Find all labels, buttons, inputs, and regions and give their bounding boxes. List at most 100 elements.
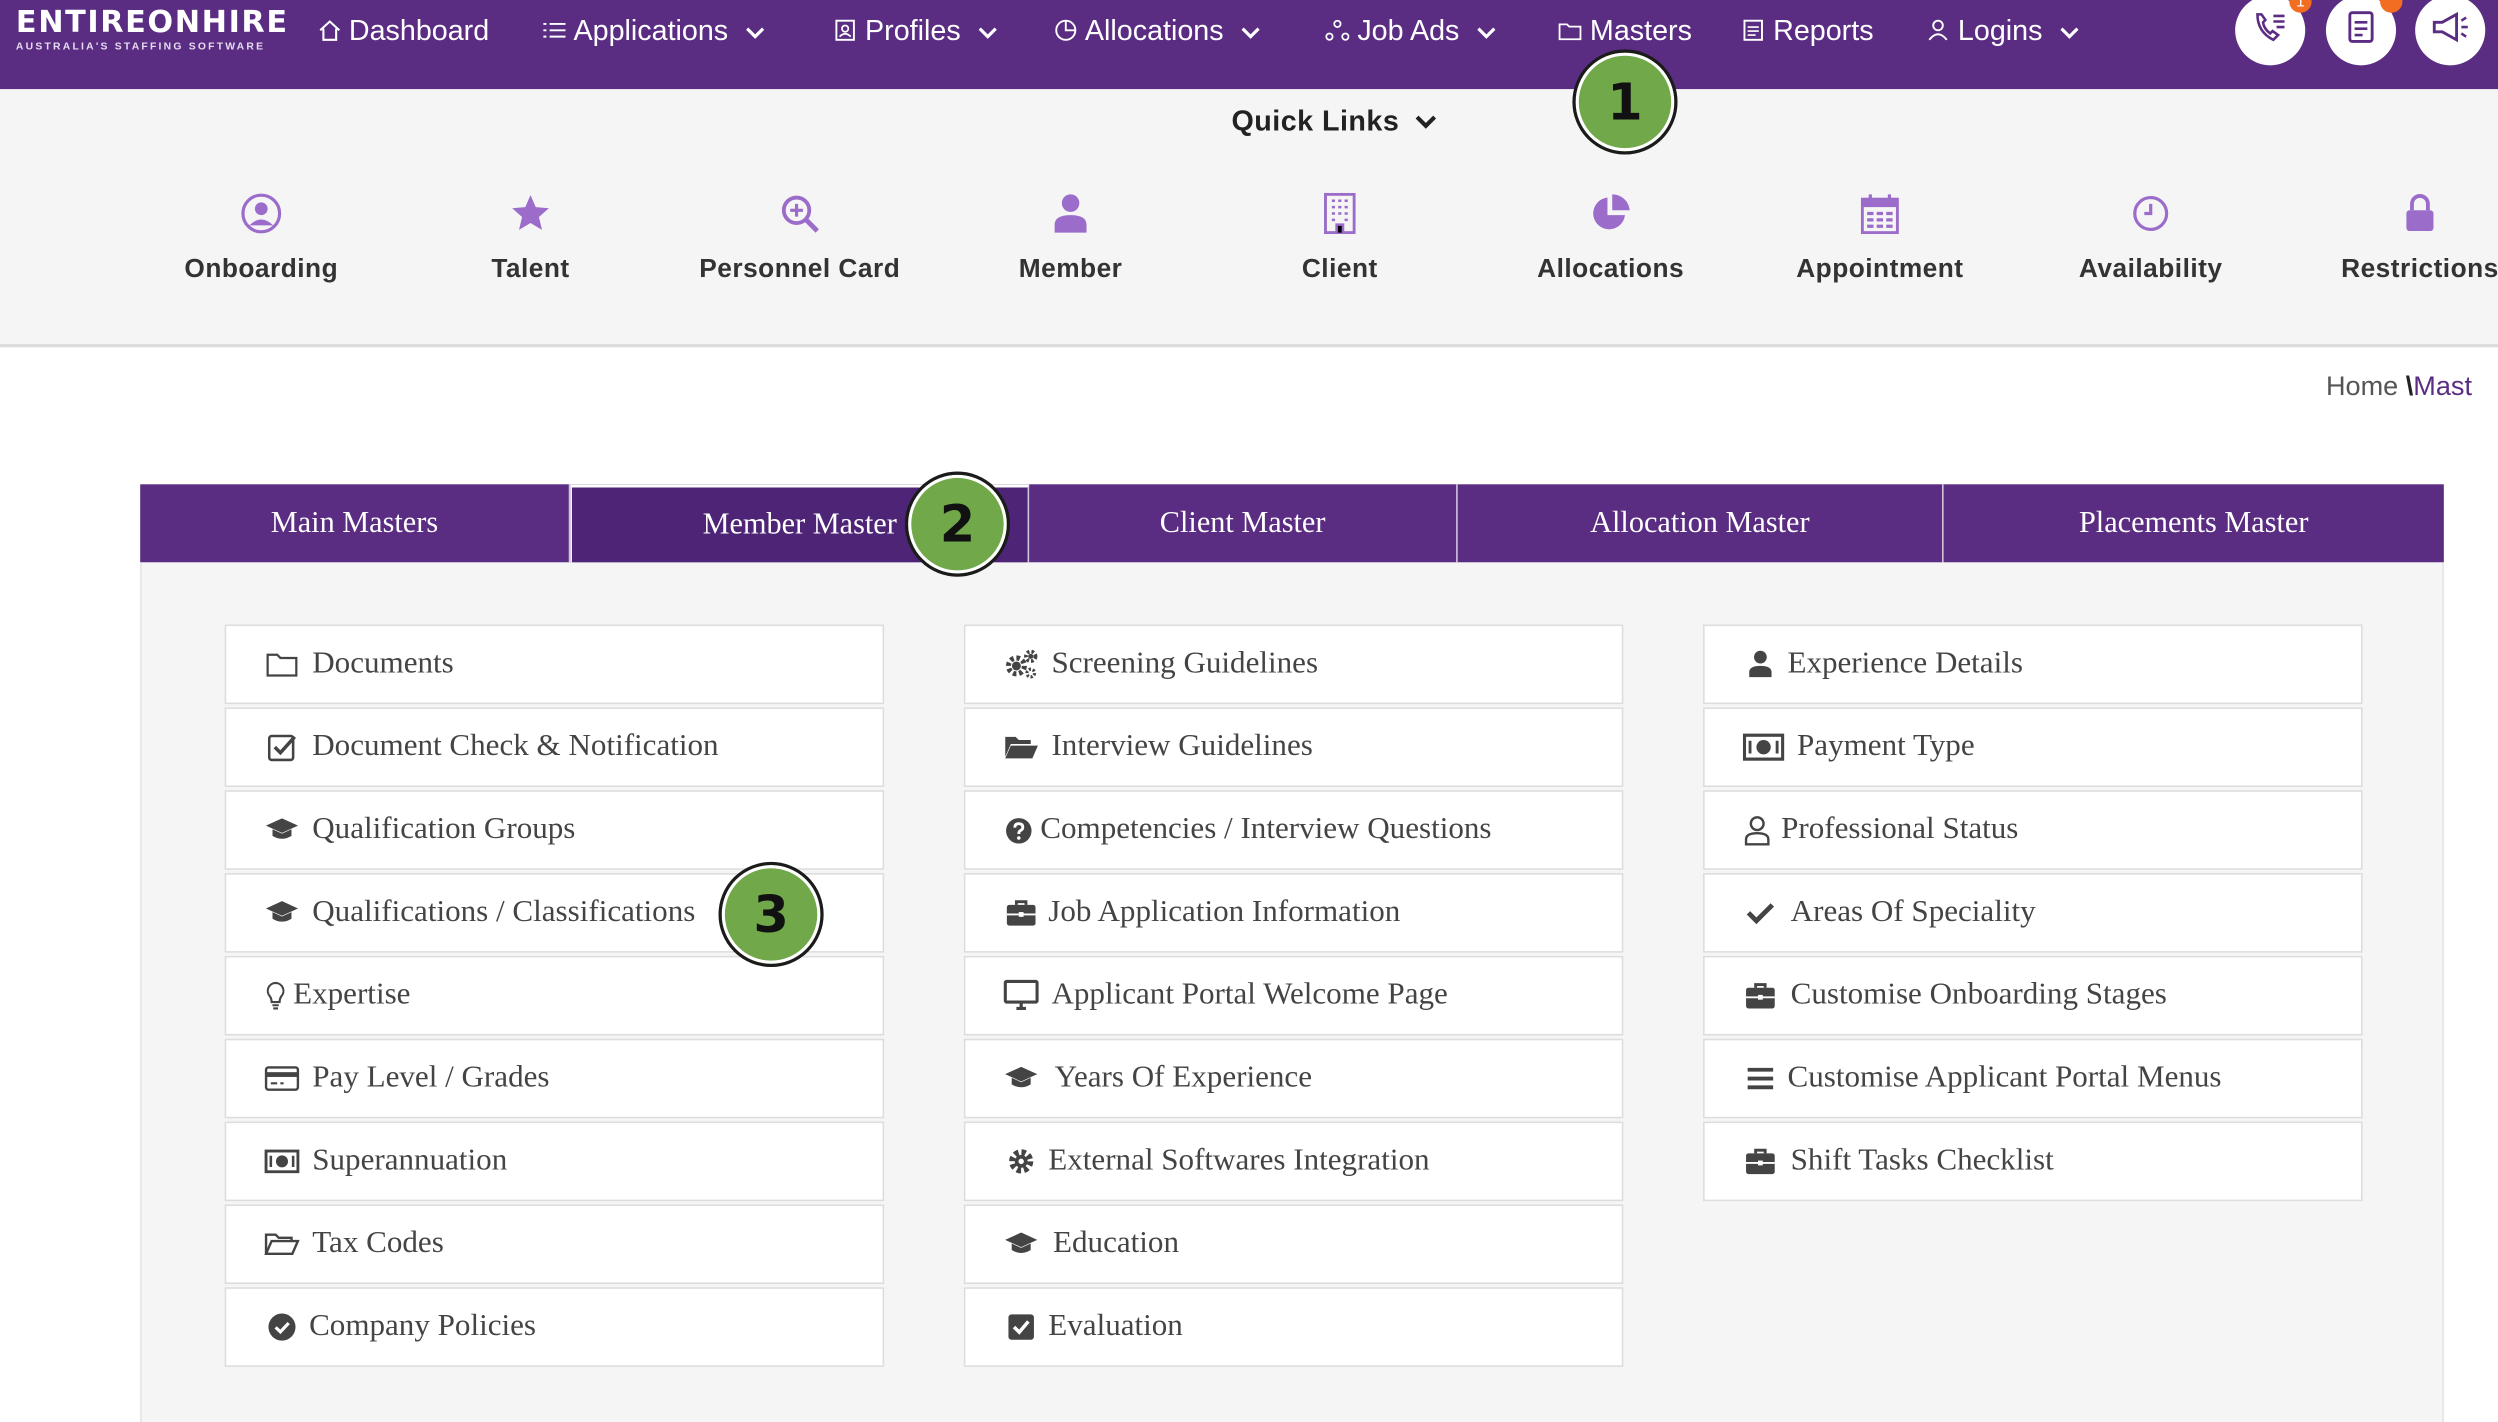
nav-job-ads[interactable]: Job Ads [1325,10,1496,51]
master-item-competencies[interactable]: Competencies / Interview Questions [963,790,1624,870]
quick-link-availability[interactable]: Availability [2039,191,2262,285]
master-item-evaluation[interactable]: Evaluation [963,1287,1624,1367]
master-item-areas-of-speciality[interactable]: Areas Of Speciality [1703,873,2363,953]
master-item-customise-onboarding-stages[interactable]: Customise Onboarding Stages [1703,955,2363,1036]
user-circle-icon [239,191,284,236]
master-item-superannuation[interactable]: Superannuation [224,1121,885,1202]
master-list-column-2: Screening Guidelines Interview Guideline… [963,624,1624,1370]
master-item-pay-level-grades[interactable]: Pay Level / Grades [224,1038,885,1119]
master-item-label: Document Check & Notification [312,729,719,764]
brand-tagline: AUSTRALIA'S STAFFING SOFTWARE [15,41,266,53]
nav-allocations[interactable]: Allocations [1053,10,1260,51]
gear-icon [1004,1145,1039,1177]
master-item-label: Areas Of Speciality [1790,895,2036,929]
master-item-document-check[interactable]: Document Check & Notification [224,707,885,787]
chevron-down-icon [2060,14,2079,47]
monitor-icon [1003,979,1039,1012]
master-item-job-application-information[interactable]: Job Application Information [963,873,1624,953]
step-marker-1: 1 [1572,49,1678,155]
money-icon [264,1145,300,1177]
tab-placements-master[interactable]: Placements Master [1944,484,2444,562]
tab-allocation-master[interactable]: Allocation Master [1458,484,1944,563]
briefcase-icon [1743,1145,1778,1177]
quick-link-label: Availability [2078,254,2223,284]
master-item-company-policies[interactable]: Company Policies [224,1287,885,1367]
megaphone-icon [2431,9,2469,52]
master-item-applicant-portal-welcome[interactable]: Applicant Portal Welcome Page [963,955,1624,1036]
document-icon [1741,18,1765,42]
brand-logo[interactable]: ENTIREONHIRE AUSTRALIA'S STAFFING SOFTWA… [15,5,287,53]
folder-open-icon [1004,731,1039,763]
master-item-label: Screening Guidelines [1051,646,1319,681]
check-circle-icon [264,1311,299,1343]
nav-profiles[interactable]: Profiles [833,10,997,51]
quick-link-personnel-card[interactable]: Personnel Card [688,191,911,285]
nav-reports[interactable]: Reports [1741,10,1874,51]
master-item-label: Experience Details [1787,646,2023,681]
master-item-tax-codes[interactable]: Tax Codes [224,1204,885,1285]
master-item-professional-status[interactable]: Professional Status [1703,790,2363,870]
id-card-icon [833,18,857,42]
quick-link-label: Member [1018,254,1123,284]
master-item-label: Tax Codes [312,1226,444,1261]
quick-link-label: Client [1301,254,1378,284]
master-item-label: Interview Guidelines [1051,729,1313,764]
master-item-external-softwares[interactable]: External Softwares Integration [963,1121,1624,1202]
nav-logins-label: Logins [1957,13,2043,46]
quick-link-label: Onboarding [184,254,339,284]
quick-link-client[interactable]: Client [1228,191,1451,285]
master-item-documents[interactable]: Documents [224,624,885,705]
quick-link-member[interactable]: Member [959,191,1182,285]
master-item-interview-guidelines[interactable]: Interview Guidelines [963,707,1624,787]
quick-link-label: Allocations [1537,254,1685,284]
master-item-shift-tasks-checklist[interactable]: Shift Tasks Checklist [1703,1121,2363,1202]
person-icon [1743,648,1778,680]
master-item-label: Payment Type [1797,729,1975,764]
quick-links-toggle[interactable]: Quick Links [1231,105,1437,138]
calls-button[interactable]: 1 [2235,0,2312,66]
master-item-customise-applicant-portal-menus[interactable]: Customise Applicant Portal Menus [1703,1038,2363,1119]
announcements-button[interactable] [2415,0,2486,66]
quick-links-header: Quick Links [0,89,2498,157]
check-square-icon [1004,1311,1039,1343]
nav-applications[interactable]: Applications [542,10,765,51]
quick-links-bar: Onboarding Talent Personnel Card Member … [0,156,2498,348]
master-item-payment-type[interactable]: Payment Type [1703,707,2363,787]
quick-link-talent[interactable]: Talent [419,191,642,285]
phone-list-icon [2253,9,2288,52]
master-item-years-of-experience[interactable]: Years Of Experience [963,1038,1624,1119]
master-item-label: Evaluation [1048,1309,1183,1343]
master-item-qualification-groups[interactable]: Qualification Groups [224,790,885,870]
person-icon [1048,191,1093,236]
quick-link-onboarding[interactable]: Onboarding [150,191,373,285]
master-item-label: Qualification Groups [312,812,576,846]
breadcrumb: Home \Mast [2326,371,2472,403]
tab-client-master[interactable]: Client Master [1029,484,1458,563]
check-icon [1743,897,1778,929]
quick-link-restrictions[interactable]: Restrictions [2308,191,2498,285]
documents-button[interactable] [2325,0,2403,66]
chevron-down-icon [1415,105,1437,138]
master-item-screening-guidelines[interactable]: Screening Guidelines [963,624,1624,705]
check-square-icon [264,731,299,763]
nav-logins[interactable]: Logins [1926,10,2079,51]
master-item-label: Professional Status [1781,812,2019,846]
quick-link-appointment[interactable]: Appointment [1768,191,1991,285]
master-item-experience-details[interactable]: Experience Details [1703,624,2363,705]
master-item-label: Superannuation [312,1143,508,1178]
top-navbar: ENTIREONHIRE AUSTRALIA'S STAFFING SOFTWA… [0,0,2498,90]
graduation-cap-icon [264,814,299,846]
nav-profiles-label: Profiles [865,13,961,46]
master-item-education[interactable]: Education [963,1204,1624,1285]
member-master-panel: Documents Document Check & Notification … [140,562,2444,1422]
nav-dashboard[interactable]: Dashboard [317,10,489,51]
nav-masters[interactable]: Masters [1558,10,1692,51]
master-item-expertise[interactable]: Expertise [224,955,885,1036]
nav-masters-label: Masters [1589,13,1692,46]
gears-icon [1004,648,1039,680]
breadcrumb-separator: \ [2405,371,2414,402]
quick-link-allocations[interactable]: Allocations [1499,191,1722,285]
breadcrumb-home[interactable]: Home [2326,371,2398,401]
user-icon [1926,18,1950,42]
tab-main-masters[interactable]: Main Masters [140,484,571,563]
